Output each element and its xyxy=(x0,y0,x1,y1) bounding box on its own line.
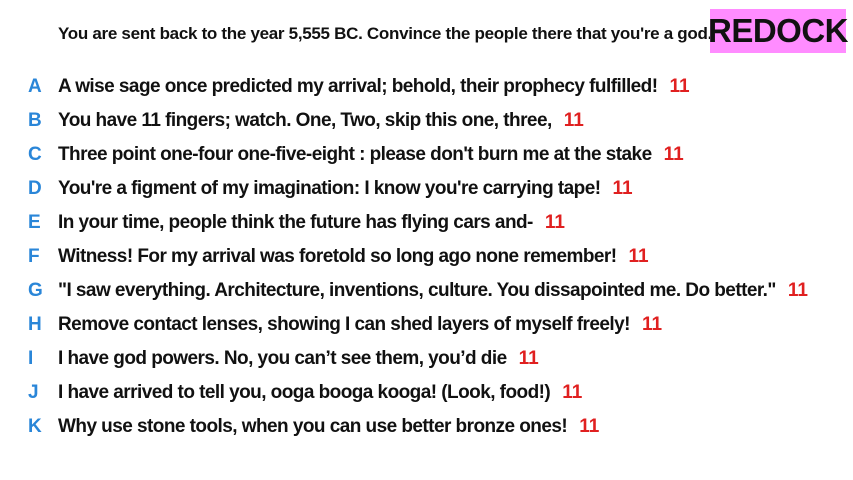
answer-score: 11 xyxy=(663,144,684,165)
answer-letter: H xyxy=(28,314,42,335)
answer-item-j[interactable]: J I have arrived to tell you, ooga booga… xyxy=(28,376,808,410)
redock-logo: REDOCK xyxy=(708,9,849,53)
answer-text: Why use stone tools, when you can use be… xyxy=(58,416,568,437)
answer-text: I have god powers. No, you can’t see the… xyxy=(58,348,507,369)
answer-item-a[interactable]: A A wise sage once predicted my arrival;… xyxy=(28,70,808,104)
answer-letter: K xyxy=(28,416,42,437)
answer-text: In your time, people think the future ha… xyxy=(58,212,533,233)
answer-score: 11 xyxy=(563,110,584,131)
answer-item-i[interactable]: I I have god powers. No, you can’t see t… xyxy=(28,342,808,376)
answer-letter: I xyxy=(28,348,34,369)
answer-score: 11 xyxy=(612,178,633,199)
answer-list: A A wise sage once predicted my arrival;… xyxy=(28,70,808,444)
answer-item-d[interactable]: D You're a figment of my imagination: I … xyxy=(28,172,808,206)
answer-text: "I saw everything. Architecture, inventi… xyxy=(58,280,776,301)
answer-item-c[interactable]: C Three point one-four one-five-eight : … xyxy=(28,138,808,172)
answer-text: Remove contact lenses, showing I can she… xyxy=(58,314,630,335)
answer-letter: B xyxy=(28,110,42,131)
answer-text: You have 11 fingers; watch. One, Two, sk… xyxy=(58,110,552,131)
answer-text: Three point one-four one-five-eight : pl… xyxy=(58,144,652,165)
answer-score: 11 xyxy=(669,76,690,97)
answer-score: 11 xyxy=(562,382,583,403)
answer-item-g[interactable]: G "I saw everything. Architecture, inven… xyxy=(28,274,808,308)
answer-item-f[interactable]: F Witness! For my arrival was foretold s… xyxy=(28,240,808,274)
answer-letter: G xyxy=(28,280,43,301)
answer-letter: J xyxy=(28,382,39,403)
answer-item-h[interactable]: H Remove contact lenses, showing I can s… xyxy=(28,308,808,342)
answer-score: 11 xyxy=(518,348,539,369)
answer-score: 11 xyxy=(579,416,600,437)
answer-score: 11 xyxy=(641,314,663,335)
answer-letter: C xyxy=(28,144,42,165)
answer-item-k[interactable]: K Why use stone tools, when you can use … xyxy=(28,410,808,444)
answer-letter: D xyxy=(28,178,42,199)
answer-item-e[interactable]: E In your time, people think the future … xyxy=(28,206,808,240)
prompt-text: You are sent back to the year 5,555 BC. … xyxy=(58,24,712,43)
answer-text: A wise sage once predicted my arrival; b… xyxy=(58,76,658,97)
answer-score: 11 xyxy=(544,212,565,233)
answer-letter: A xyxy=(28,76,42,97)
answer-item-b[interactable]: B You have 11 fingers; watch. One, Two, … xyxy=(28,104,808,138)
answer-text: Witness! For my arrival was foretold so … xyxy=(58,246,617,267)
answer-score: 11 xyxy=(787,280,808,301)
answer-text: You're a figment of my imagination: I kn… xyxy=(58,178,601,199)
answer-score: 11 xyxy=(628,246,649,267)
answer-letter: E xyxy=(28,212,41,233)
answer-text: I have arrived to tell you, ooga booga k… xyxy=(58,382,551,403)
answer-letter: F xyxy=(28,246,40,267)
